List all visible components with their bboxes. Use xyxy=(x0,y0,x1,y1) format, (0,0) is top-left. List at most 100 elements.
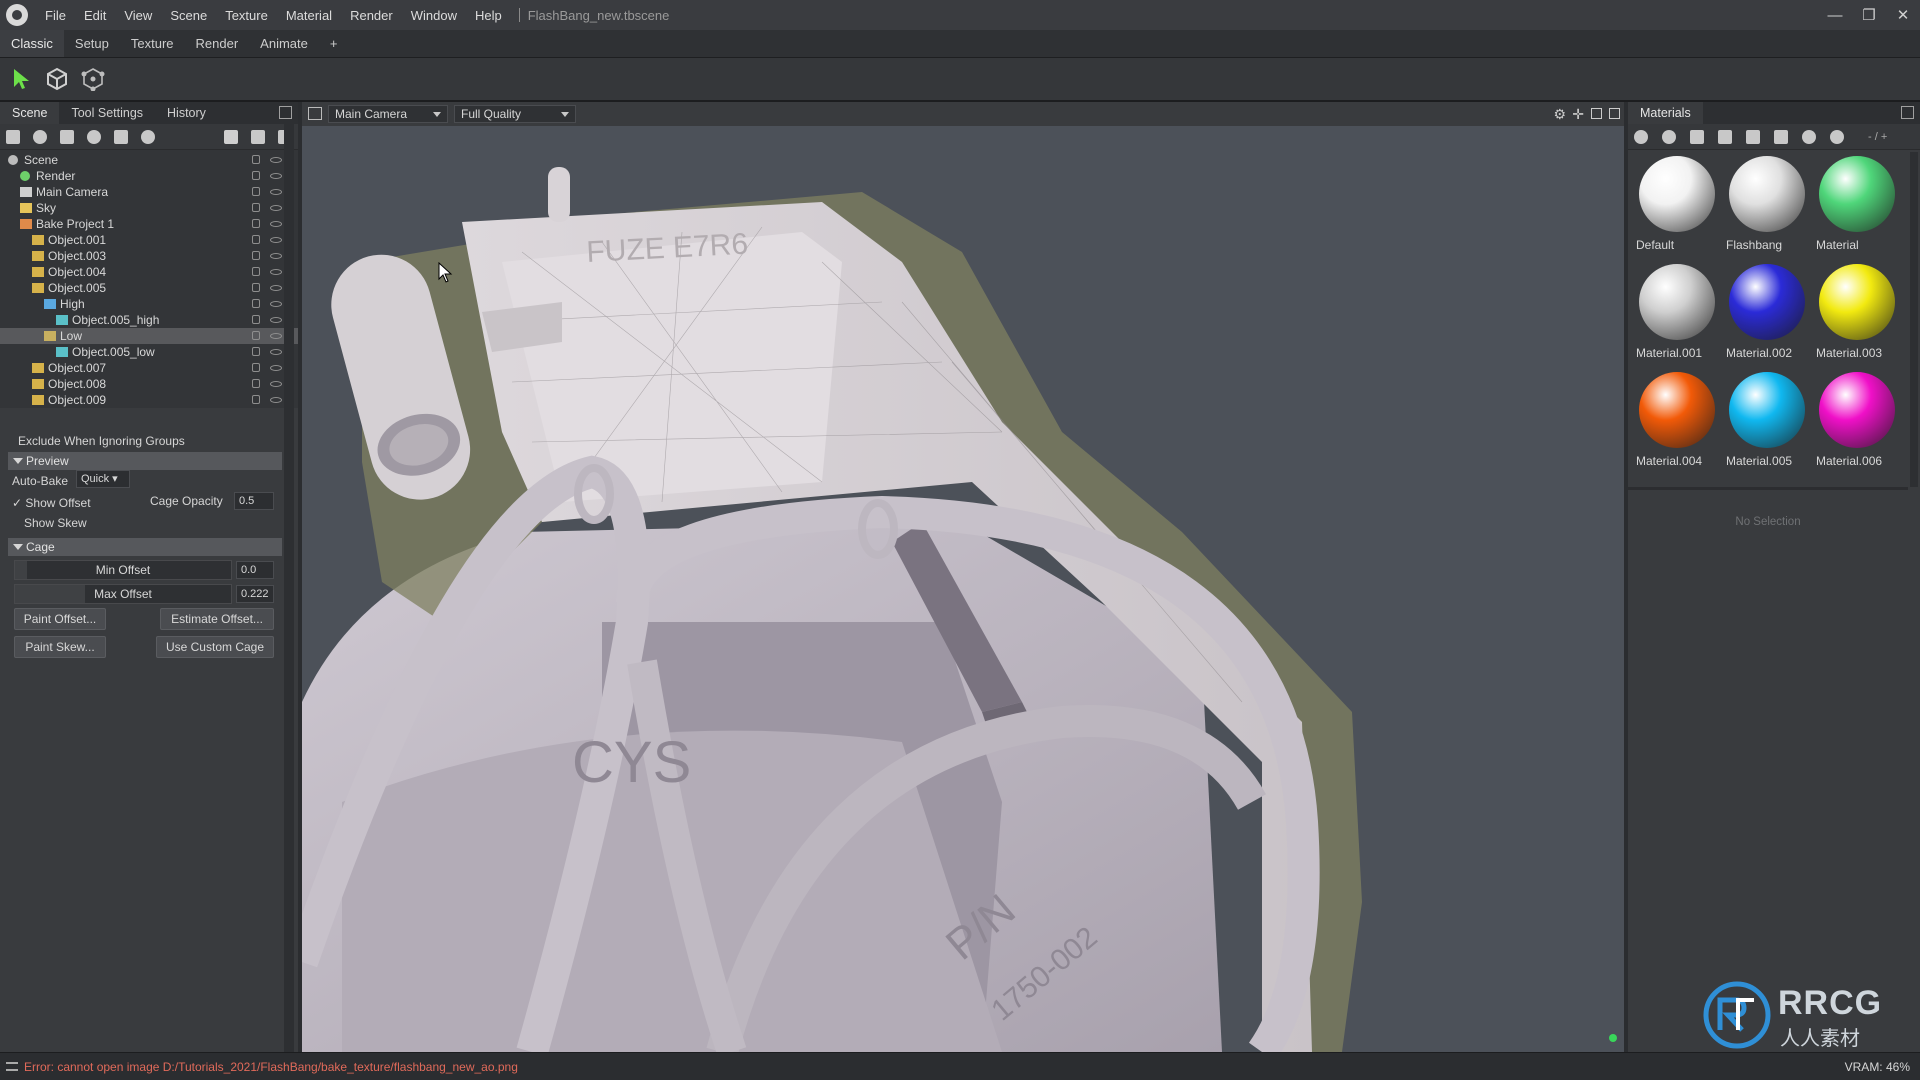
tree-item[interactable]: Bake Project 1 xyxy=(0,216,298,232)
visibility-icon[interactable] xyxy=(270,205,282,211)
material-folder-icon[interactable] xyxy=(1718,129,1732,144)
popout-icon[interactable] xyxy=(1901,106,1914,119)
lock-icon[interactable] xyxy=(252,187,260,196)
add-material-icon[interactable] xyxy=(1634,129,1648,144)
tree-item[interactable]: Render xyxy=(0,168,298,184)
add-tab-button[interactable]: + xyxy=(319,30,349,57)
use-custom-cage-button[interactable]: Use Custom Cage xyxy=(156,636,274,658)
add-mesh-icon[interactable] xyxy=(6,129,20,144)
material-swatch[interactable]: Material.005 xyxy=(1724,368,1810,472)
lock-icon[interactable] xyxy=(252,379,260,388)
add-shadow-icon[interactable] xyxy=(141,129,155,144)
material-swatch[interactable]: Default xyxy=(1634,152,1720,256)
log-icon[interactable] xyxy=(6,1062,18,1071)
tab-history[interactable]: History xyxy=(155,102,218,124)
tree-item[interactable]: Object.005_high xyxy=(0,312,298,328)
show-offset-checkbox[interactable]: ✓ Show Offset xyxy=(12,496,91,510)
menu-view[interactable]: View xyxy=(115,8,161,23)
lock-icon[interactable] xyxy=(252,219,260,228)
menu-texture[interactable]: Texture xyxy=(216,8,277,23)
add-bake-icon[interactable] xyxy=(114,129,128,144)
material-grid-icon[interactable] xyxy=(1690,129,1704,144)
folder-icon[interactable] xyxy=(224,129,238,144)
maximize-button[interactable]: ❐ xyxy=(1852,0,1886,30)
app-logo-icon[interactable] xyxy=(6,4,28,26)
menu-scene[interactable]: Scene xyxy=(161,8,216,23)
lock-icon[interactable] xyxy=(252,315,260,324)
paint-skew-button[interactable]: Paint Skew... xyxy=(14,636,106,658)
visibility-icon[interactable] xyxy=(270,397,282,403)
tab-materials[interactable]: Materials xyxy=(1628,102,1703,124)
popout-icon[interactable] xyxy=(279,106,292,119)
tree-item[interactable]: Object.009 xyxy=(0,392,298,408)
viewport-menu-icon[interactable] xyxy=(308,107,322,120)
visibility-icon[interactable] xyxy=(270,269,282,275)
move-icon[interactable]: ✛ xyxy=(1572,106,1584,123)
tree-item[interactable]: Object.005 xyxy=(0,280,298,296)
visibility-icon[interactable] xyxy=(270,157,282,163)
tree-item[interactable]: Object.003 xyxy=(0,248,298,264)
minimize-button[interactable]: — xyxy=(1818,0,1852,30)
materials-scrollbar[interactable] xyxy=(1910,152,1918,487)
duplicate-material-icon[interactable] xyxy=(1662,129,1676,144)
assign-material-icon[interactable] xyxy=(1774,129,1788,144)
lock-icon[interactable] xyxy=(252,283,260,292)
multi-object-tool-icon[interactable] xyxy=(80,66,106,92)
delete-material-icon[interactable] xyxy=(1746,129,1760,144)
maximize-viewport-icon[interactable] xyxy=(1609,108,1620,119)
auto-bake-dropdown[interactable]: Quick ▾ xyxy=(76,470,130,488)
tab-classic[interactable]: Classic xyxy=(0,30,64,57)
visibility-icon[interactable] xyxy=(270,317,282,323)
visibility-icon[interactable] xyxy=(270,381,282,387)
quality-dropdown[interactable]: Full Quality xyxy=(454,105,576,123)
refresh-material-icon[interactable] xyxy=(1802,129,1816,144)
viewport[interactable]: FUZE E7R6 CYS P/N 1750-002 xyxy=(302,102,1624,1052)
paint-offset-button[interactable]: Paint Offset... xyxy=(14,608,106,630)
tree-item[interactable]: High xyxy=(0,296,298,312)
duplicate-icon[interactable] xyxy=(251,129,265,144)
tab-setup[interactable]: Setup xyxy=(64,30,120,57)
estimate-offset-button[interactable]: Estimate Offset... xyxy=(160,608,274,630)
scene-panel-scrollbar[interactable] xyxy=(284,124,294,1052)
menu-edit[interactable]: Edit xyxy=(75,8,115,23)
material-swatch[interactable]: Material.004 xyxy=(1634,368,1720,472)
material-swatch[interactable]: Material.006 xyxy=(1814,368,1900,472)
show-skew-checkbox[interactable]: Show Skew xyxy=(24,516,87,530)
material-count[interactable]: - / + xyxy=(1868,131,1887,143)
min-offset-slider[interactable]: Min Offset xyxy=(14,560,232,580)
visibility-icon[interactable] xyxy=(270,253,282,259)
exclude-groups-label[interactable]: Exclude When Ignoring Groups xyxy=(18,434,185,448)
frame-icon[interactable] xyxy=(1591,108,1602,119)
lock-icon[interactable] xyxy=(252,331,260,340)
tree-item[interactable]: Object.008 xyxy=(0,376,298,392)
visibility-icon[interactable] xyxy=(270,285,282,291)
material-swatch[interactable]: Material xyxy=(1814,152,1900,256)
min-offset-field[interactable]: 0.0 xyxy=(236,561,274,579)
add-light-icon[interactable] xyxy=(33,129,47,144)
visibility-icon[interactable] xyxy=(270,237,282,243)
object-tool-icon[interactable] xyxy=(44,66,70,92)
add-camera-icon[interactable] xyxy=(60,129,74,144)
tree-item[interactable]: Object.007 xyxy=(0,360,298,376)
lock-icon[interactable] xyxy=(252,171,260,180)
tree-item[interactable]: Object.005_low xyxy=(0,344,298,360)
tab-scene[interactable]: Scene xyxy=(0,102,60,124)
visibility-icon[interactable] xyxy=(270,189,282,195)
menu-help[interactable]: Help xyxy=(466,8,511,23)
material-swatch[interactable]: Material.001 xyxy=(1634,260,1720,364)
visibility-icon[interactable] xyxy=(270,221,282,227)
lock-icon[interactable] xyxy=(252,347,260,356)
menu-file[interactable]: File xyxy=(36,8,75,23)
tab-render[interactable]: Render xyxy=(185,30,250,57)
lock-icon[interactable] xyxy=(252,267,260,276)
menu-render[interactable]: Render xyxy=(341,8,402,23)
tab-animate[interactable]: Animate xyxy=(249,30,319,57)
tree-item[interactable]: Low xyxy=(0,328,298,344)
lock-icon[interactable] xyxy=(252,299,260,308)
lock-icon[interactable] xyxy=(252,203,260,212)
tab-texture[interactable]: Texture xyxy=(120,30,185,57)
tree-item[interactable]: Object.001 xyxy=(0,232,298,248)
preview-section-header[interactable]: Preview xyxy=(8,452,282,470)
panel-divider[interactable] xyxy=(1628,487,1908,490)
visibility-icon[interactable] xyxy=(270,173,282,179)
